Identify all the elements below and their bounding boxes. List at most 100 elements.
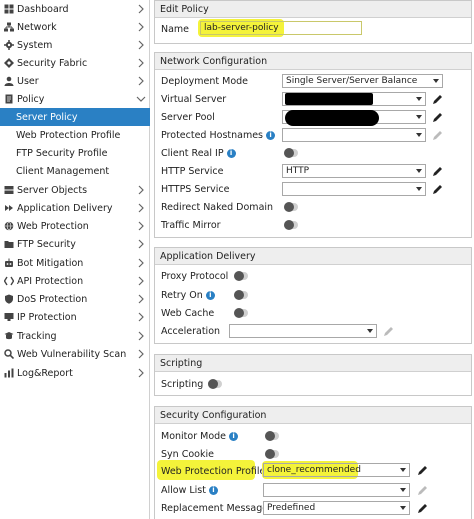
- sidebar-item-tracking[interactable]: Tracking: [0, 327, 150, 345]
- dropdown-arrow-icon: [433, 79, 439, 83]
- traffic-mirror-toggle[interactable]: [284, 220, 298, 230]
- chevron-right-icon: [136, 239, 146, 249]
- sidebar-item-label: Tracking: [17, 330, 57, 342]
- document-icon: [4, 94, 14, 104]
- sidebar-item-label: System: [17, 39, 53, 51]
- sidebar-item-network[interactable]: Network: [0, 18, 150, 36]
- edit-pencil-icon[interactable]: [383, 326, 394, 337]
- sidebar-item-label: FTP Security: [17, 238, 76, 250]
- sidebar-item-bot-mitigation[interactable]: Bot Mitigation: [0, 254, 150, 272]
- chevron-right-icon: [136, 258, 146, 268]
- scripting-toggle[interactable]: [208, 379, 222, 389]
- sidebar-item-label: Network: [17, 21, 57, 33]
- protected-hostnames-label: Protected Hostnames: [161, 129, 264, 141]
- edit-pencil-icon[interactable]: [432, 112, 443, 123]
- sidebar-item-label: Web Protection: [17, 220, 89, 232]
- sidebar-item-user[interactable]: User: [0, 72, 150, 90]
- log-icon: [4, 368, 14, 378]
- replacement-message-value: Predefined: [267, 503, 316, 513]
- acceleration-select[interactable]: [229, 324, 377, 338]
- sidebar-item-web-vulnerability-scan[interactable]: Web Vulnerability Scan: [0, 345, 150, 363]
- https-service-select[interactable]: [282, 182, 426, 196]
- security-configuration-panel: Security Configuration Monitor Mode i Syn…: [154, 406, 472, 519]
- replacement-message-label: Replacement Message: [161, 502, 269, 514]
- edit-pencil-icon[interactable]: [432, 184, 443, 195]
- syn-cookie-label: Syn Cookie: [161, 448, 214, 460]
- folder-icon: [4, 239, 14, 249]
- sidebar-item-web-protection[interactable]: Web Protection: [0, 217, 150, 235]
- name-label: Name: [161, 23, 190, 35]
- chevron-right-icon: [136, 221, 146, 231]
- web-cache-toggle[interactable]: [234, 308, 248, 318]
- sidebar-item-system[interactable]: System: [0, 36, 150, 54]
- virtual-server-label: Virtual Server: [161, 93, 227, 105]
- panel-title: Network Configuration: [155, 53, 471, 70]
- info-icon[interactable]: i: [229, 431, 239, 441]
- edit-pencil-icon[interactable]: [432, 166, 443, 177]
- traffic-mirror-label: Traffic Mirror: [161, 219, 221, 231]
- sidebar-item-api-protection[interactable]: API Protection: [0, 272, 150, 290]
- web-cache-label: Web Cache: [161, 307, 215, 319]
- sidebar: Dashboard Network System Security Fabric…: [0, 0, 150, 519]
- sidebar-item-server-policy[interactable]: Server Policy: [0, 108, 150, 126]
- allow-list-select[interactable]: [263, 483, 410, 497]
- scan-icon: [4, 349, 14, 359]
- sidebar-item-web-protection-profile[interactable]: Web Protection Profile: [0, 126, 150, 144]
- protected-hostnames-select[interactable]: [282, 128, 426, 142]
- sidebar-item-ftp-security[interactable]: FTP Security: [0, 235, 150, 253]
- info-icon[interactable]: i: [266, 130, 276, 140]
- edit-policy-panel: Edit Policy Name lab-server-policy: [154, 0, 472, 44]
- redaction-mark: [285, 110, 379, 126]
- dropdown-arrow-icon: [400, 506, 406, 510]
- dropdown-arrow-icon: [416, 115, 422, 119]
- name-input[interactable]: lab-server-policy: [200, 21, 362, 35]
- sidebar-item-log-report[interactable]: Log&Report: [0, 364, 150, 382]
- sidebar-item-dos-protection[interactable]: DoS Protection: [0, 290, 150, 308]
- client-real-ip-toggle[interactable]: [284, 148, 298, 158]
- chevron-right-icon: [136, 58, 146, 68]
- info-icon[interactable]: i: [226, 148, 236, 158]
- sidebar-item-application-delivery[interactable]: Application Delivery: [0, 199, 150, 217]
- edit-pencil-icon[interactable]: [432, 130, 443, 141]
- chevron-right-icon: [136, 368, 146, 378]
- sidebar-item-security-fabric[interactable]: Security Fabric: [0, 54, 150, 72]
- acceleration-label: Acceleration: [161, 325, 221, 337]
- chevron-right-icon: [136, 294, 146, 304]
- sidebar-item-label: Web Vulnerability Scan: [17, 348, 127, 360]
- sidebar-item-server-objects[interactable]: Server Objects: [0, 181, 150, 199]
- allow-list-label: Allow List: [161, 484, 206, 496]
- chevron-right-icon: [136, 349, 146, 359]
- dashboard-icon: [4, 4, 14, 14]
- retry-on-toggle[interactable]: [234, 290, 248, 300]
- panel-title: Security Configuration: [155, 407, 471, 424]
- web-protection-profile-select[interactable]: clone_recommended: [263, 463, 410, 477]
- proxy-protocol-toggle[interactable]: [234, 271, 248, 281]
- monitor-mode-toggle[interactable]: [265, 431, 279, 441]
- sidebar-item-policy[interactable]: Policy: [0, 90, 150, 108]
- sidebar-item-ip-protection[interactable]: IP Protection: [0, 308, 150, 326]
- sidebar-item-client-management[interactable]: Client Management: [0, 162, 150, 180]
- syn-cookie-toggle[interactable]: [265, 449, 279, 459]
- chevron-right-icon: [136, 76, 146, 86]
- retry-on-label: Retry On: [161, 289, 203, 301]
- redirect-naked-domain-toggle[interactable]: [284, 202, 298, 212]
- web-protection-profile-label: Web Protection Profile: [161, 465, 266, 477]
- replacement-message-select[interactable]: Predefined: [263, 501, 410, 515]
- dropdown-arrow-icon: [400, 468, 406, 472]
- http-service-select[interactable]: HTTP: [282, 164, 426, 178]
- chevron-right-icon: [136, 22, 146, 32]
- sidebar-item-dashboard[interactable]: Dashboard: [0, 0, 150, 18]
- edit-pencil-icon[interactable]: [417, 465, 428, 476]
- sidebar-item-ftp-security-profile[interactable]: FTP Security Profile: [0, 144, 150, 162]
- sidebar-item-label: IP Protection: [17, 311, 77, 323]
- edit-pencil-icon[interactable]: [417, 485, 428, 496]
- edit-pencil-icon[interactable]: [417, 503, 428, 514]
- edit-pencil-icon[interactable]: [432, 94, 443, 105]
- info-icon[interactable]: i: [209, 485, 218, 495]
- deployment-mode-value: Single Server/Server Balance: [286, 76, 418, 86]
- sidebar-item-label: Web Protection Profile: [16, 129, 121, 141]
- chevron-right-icon: [136, 276, 146, 286]
- dropdown-arrow-icon: [416, 169, 422, 173]
- deployment-mode-select[interactable]: Single Server/Server Balance: [282, 74, 443, 88]
- info-icon[interactable]: i: [205, 290, 215, 300]
